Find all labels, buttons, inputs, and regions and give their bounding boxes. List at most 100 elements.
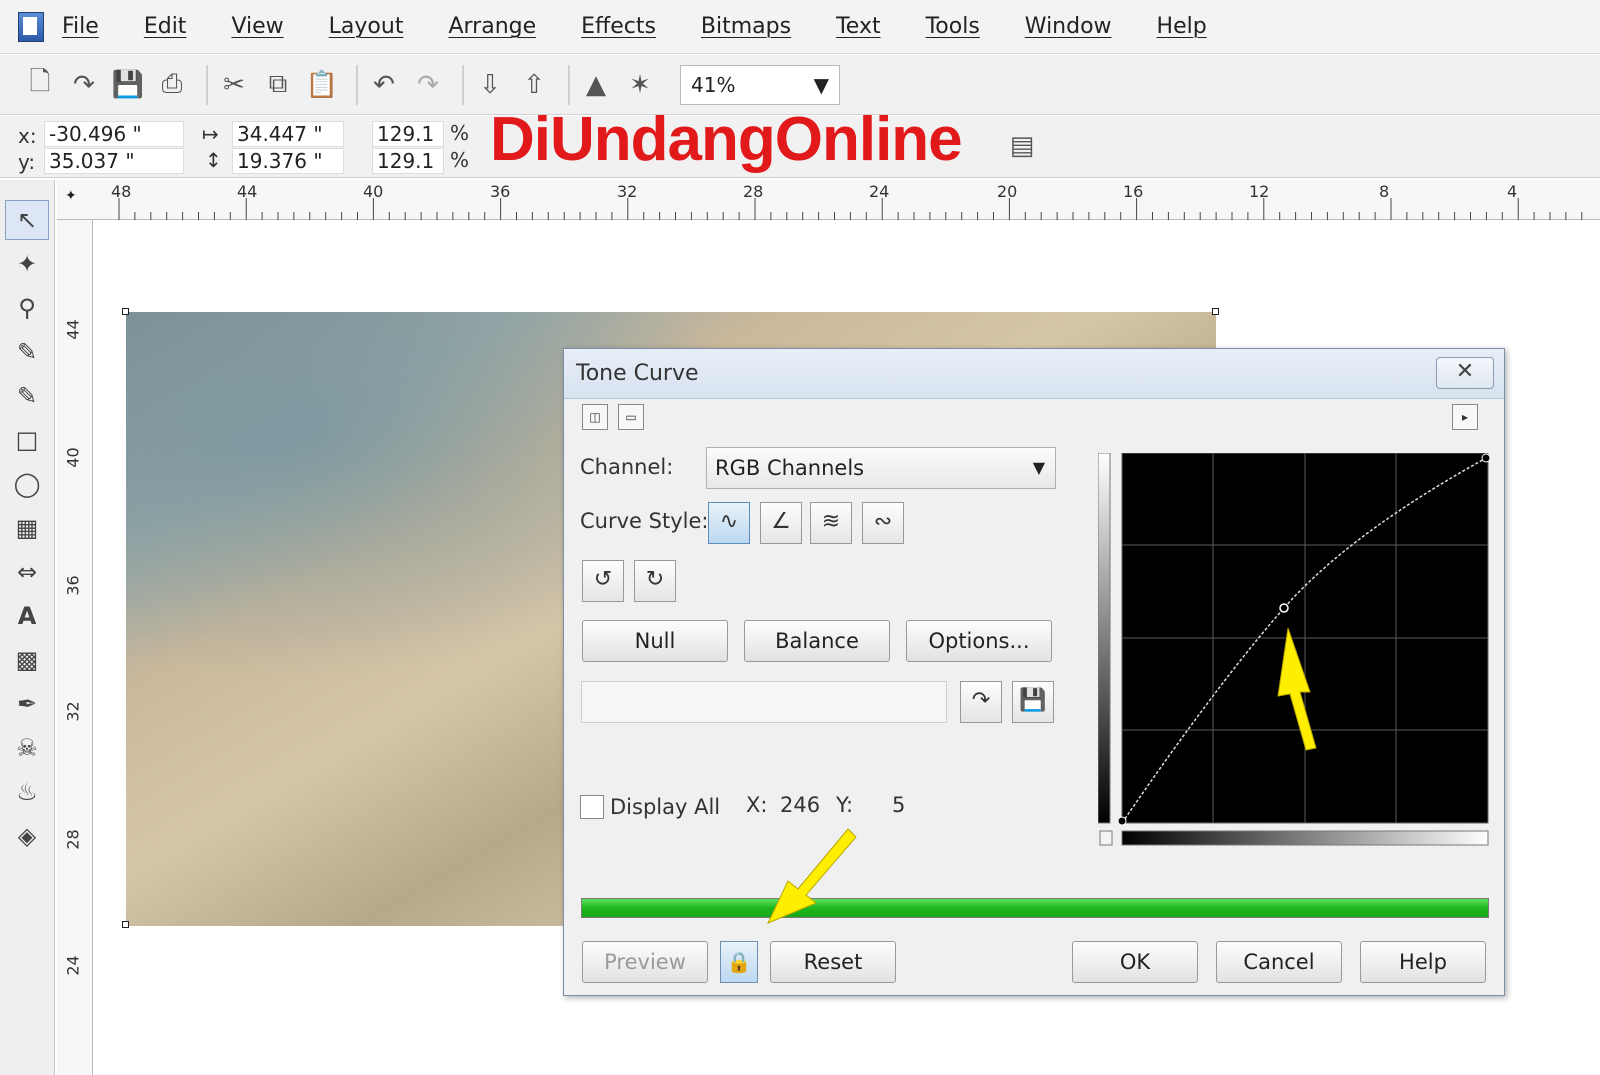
flip-horizontal-icon[interactable]: ↻ bbox=[634, 560, 676, 602]
ellipse-tool-icon[interactable]: ◯ bbox=[5, 464, 49, 504]
chevron-down-icon: ▼ bbox=[1032, 458, 1045, 477]
horizontal-ruler: ✦ 48 44 40 36 32 28 24 20 16 12 8 4 bbox=[57, 180, 1600, 220]
reset-button[interactable]: Reset bbox=[770, 941, 896, 983]
corel-online-icon[interactable]: ✶ bbox=[622, 65, 658, 105]
menu-file[interactable]: File bbox=[62, 14, 99, 39]
curve-style-gamma-icon[interactable]: ∾ bbox=[862, 502, 904, 544]
outline-tool-icon[interactable]: ☠ bbox=[5, 728, 49, 768]
ruler-label: 28 bbox=[63, 829, 83, 850]
preset-field[interactable] bbox=[581, 681, 947, 723]
dialog-title-bar[interactable]: Tone Curve ✕ bbox=[564, 349, 1504, 399]
toolbox: ↖ ✦ ⚲ ✎ ✎ □ ◯ ▦ ⇔ A ▩ ✒ ☠ ♨ ◈ bbox=[0, 180, 55, 1075]
menu-text[interactable]: Text bbox=[836, 14, 881, 39]
text-tool-icon[interactable]: A bbox=[5, 596, 49, 636]
menu-help[interactable]: Help bbox=[1157, 14, 1207, 39]
expand-arrow-icon[interactable]: ▸ bbox=[1452, 404, 1478, 430]
redo-icon[interactable]: ↷ bbox=[410, 65, 446, 105]
height-field[interactable]: 19.376 " bbox=[232, 148, 344, 174]
close-icon[interactable]: ✕ bbox=[1436, 357, 1494, 389]
menu-bitmaps[interactable]: Bitmaps bbox=[701, 14, 791, 39]
help-button[interactable]: Help bbox=[1360, 941, 1486, 983]
null-button[interactable]: Null bbox=[582, 620, 728, 662]
fill-tool-icon[interactable]: ♨ bbox=[5, 772, 49, 812]
menu-edit[interactable]: Edit bbox=[144, 14, 187, 39]
curve-style-linear-icon[interactable]: ∠ bbox=[760, 502, 802, 544]
menu-window[interactable]: Window bbox=[1025, 14, 1112, 39]
y-coord-value: 5 bbox=[892, 793, 906, 817]
percent-y-label: % bbox=[450, 148, 470, 172]
save-icon[interactable]: 💾 bbox=[110, 65, 146, 105]
y-position-field[interactable]: 35.037 " bbox=[44, 148, 184, 174]
undo-icon[interactable]: ↶ bbox=[366, 65, 402, 105]
parallel-dimension-tool-icon[interactable]: ⇔ bbox=[5, 552, 49, 592]
toolbar-divider bbox=[356, 64, 358, 105]
new-document-icon[interactable]: 🗋 bbox=[22, 65, 58, 105]
menu-view[interactable]: View bbox=[231, 14, 283, 39]
cancel-button[interactable]: Cancel bbox=[1216, 941, 1342, 983]
scale-y-field[interactable]: 129.1 bbox=[372, 148, 444, 174]
freehand-tool-icon[interactable]: ✎ bbox=[5, 332, 49, 372]
width-field[interactable]: 34.447 " bbox=[232, 121, 344, 147]
ok-button[interactable]: OK bbox=[1072, 941, 1198, 983]
selection-handle[interactable] bbox=[122, 921, 129, 928]
pick-tool-icon[interactable]: ↖ bbox=[5, 200, 49, 240]
toolbar-divider bbox=[568, 64, 570, 105]
interactive-fill-tool-icon[interactable]: ◈ bbox=[5, 816, 49, 856]
balance-button[interactable]: Balance bbox=[744, 620, 890, 662]
width-icon: ↦ bbox=[202, 122, 219, 146]
smart-fill-tool-icon[interactable]: ✎ bbox=[5, 376, 49, 416]
zoom-level-select[interactable]: 41% ▼ bbox=[680, 64, 840, 105]
eyedropper-tool-icon[interactable]: ✒ bbox=[5, 684, 49, 724]
zoom-tool-icon[interactable]: ⚲ bbox=[5, 288, 49, 328]
channel-value: RGB Channels bbox=[715, 456, 865, 480]
ruler-label: 36 bbox=[63, 575, 83, 596]
copy-icon[interactable]: ⧉ bbox=[260, 65, 296, 105]
shape-tool-icon[interactable]: ✦ bbox=[5, 244, 49, 284]
open-icon[interactable]: ↷ bbox=[66, 65, 102, 105]
table-tool-icon[interactable]: ▦ bbox=[5, 508, 49, 548]
channel-select[interactable]: RGB Channels ▼ bbox=[706, 447, 1056, 489]
blend-tool-icon[interactable]: ▩ bbox=[5, 640, 49, 680]
display-all-label: Display All bbox=[610, 795, 721, 819]
ruler-label: 44 bbox=[63, 319, 83, 340]
options-button[interactable]: Options... bbox=[906, 620, 1052, 662]
menu-arrange[interactable]: Arrange bbox=[448, 14, 536, 39]
vertical-ruler: 44 40 36 32 28 24 bbox=[57, 220, 93, 1075]
print-icon[interactable]: ⎙ bbox=[154, 65, 190, 105]
tone-curve-dialog: Tone Curve ✕ ◫ ▭ ▸ Channel: RGB Channels… bbox=[563, 348, 1505, 996]
cut-icon[interactable]: ✂ bbox=[216, 65, 252, 105]
selection-handle[interactable] bbox=[122, 308, 129, 315]
menu-bar: File Edit View Layout Arrange Effects Bi… bbox=[0, 0, 1600, 54]
import-icon[interactable]: ⇩ bbox=[472, 65, 508, 105]
menu-layout[interactable]: Layout bbox=[329, 14, 404, 39]
app-icon[interactable] bbox=[18, 11, 44, 42]
watermark-text: DiUndangOnline bbox=[490, 105, 963, 174]
annotation-arrow-down bbox=[766, 828, 857, 924]
selection-handle[interactable] bbox=[1212, 308, 1219, 315]
x-coord-value: 246 bbox=[780, 793, 821, 817]
curve-style-freehand-icon[interactable]: ≋ bbox=[810, 502, 852, 544]
single-view-icon[interactable]: ▭ bbox=[618, 404, 644, 430]
application-launcher-icon[interactable]: ▲ bbox=[578, 65, 614, 105]
ruler-label: 32 bbox=[63, 701, 83, 722]
menu-effects[interactable]: Effects bbox=[581, 14, 656, 39]
open-preset-icon[interactable]: ↷ bbox=[960, 681, 1002, 723]
curve-style-label: Curve Style: bbox=[580, 509, 709, 533]
preview-button[interactable]: Preview bbox=[582, 941, 708, 983]
x-position-field[interactable]: -30.496 " bbox=[44, 121, 184, 147]
paste-icon[interactable]: 📋 bbox=[304, 65, 340, 105]
rectangle-tool-icon[interactable]: □ bbox=[5, 420, 49, 460]
properties-icon[interactable]: ▤ bbox=[1004, 126, 1040, 166]
dialog-title: Tone Curve bbox=[576, 361, 699, 386]
flip-vertical-icon[interactable]: ↺ bbox=[582, 560, 624, 602]
export-icon[interactable]: ⇧ bbox=[516, 65, 552, 105]
display-all-checkbox[interactable] bbox=[580, 795, 604, 819]
scale-x-field[interactable]: 129.1 bbox=[372, 121, 444, 147]
split-view-icon[interactable]: ◫ bbox=[582, 404, 608, 430]
curve-style-smooth-icon[interactable]: ∿ bbox=[708, 502, 750, 544]
save-preset-icon[interactable]: 💾 bbox=[1012, 681, 1054, 723]
horizontal-ruler-ticks bbox=[118, 198, 1583, 220]
menu-tools[interactable]: Tools bbox=[926, 14, 980, 39]
zoom-level-value: 41% bbox=[691, 72, 736, 97]
lock-icon[interactable]: 🔒 bbox=[720, 941, 758, 983]
